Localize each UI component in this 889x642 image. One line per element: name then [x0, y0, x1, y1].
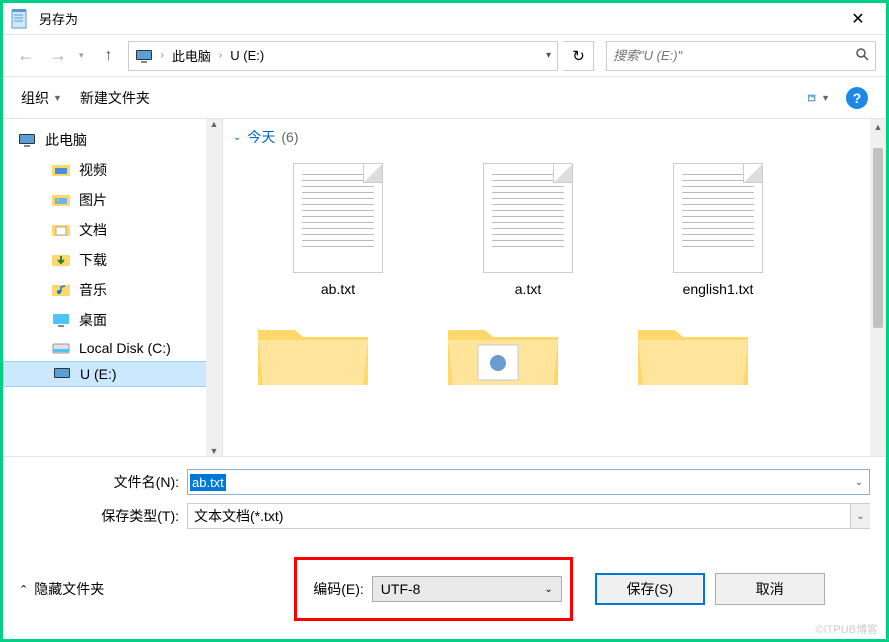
save-button[interactable]: 保存(S) — [595, 573, 705, 605]
downloads-icon — [51, 252, 71, 268]
chevron-up-icon: ⌃ — [19, 583, 28, 596]
music-icon — [51, 282, 71, 298]
encoding-highlight: 编码(E): UTF-8 ⌄ — [294, 557, 573, 621]
sidebar-scrollbar[interactable]: ▲▼ — [206, 119, 222, 456]
sidebar-label: U (E:) — [80, 366, 117, 382]
organize-button[interactable]: 组织 ▼ — [21, 88, 62, 108]
breadcrumb-drive[interactable]: U (E:) — [230, 48, 264, 63]
pictures-icon — [51, 192, 71, 208]
titlebar: 另存为 ✕ — [3, 3, 886, 35]
hide-folders-toggle[interactable]: ⌃ 隐藏文件夹 — [19, 579, 104, 599]
disk-icon — [51, 340, 71, 356]
sidebar-label: 图片 — [79, 190, 107, 210]
sidebar-label: Local Disk (C:) — [79, 340, 171, 356]
sidebar-label: 桌面 — [79, 310, 107, 330]
bottom-panel: 文件名(N): ab.txt ⌄ 保存类型(T): 文本文档(*.txt) ⌄ … — [3, 457, 886, 639]
sidebar-item-documents[interactable]: 文档 — [3, 215, 222, 245]
chevron-down-icon: ▼ — [53, 93, 62, 103]
desktop-icon — [51, 312, 71, 328]
sidebar-item-downloads[interactable]: 下载 — [3, 245, 222, 275]
sidebar-label: 此电脑 — [45, 130, 87, 150]
dialog-title: 另存为 — [39, 9, 78, 28]
breadcrumb-root[interactable]: 此电脑 — [172, 46, 211, 65]
forward-button[interactable]: → — [45, 43, 71, 69]
file-label: ab.txt — [321, 281, 355, 297]
close-button[interactable]: ✕ — [838, 9, 878, 29]
sidebar-this-pc[interactable]: 此电脑 — [3, 125, 222, 155]
folder-item[interactable] — [443, 315, 563, 395]
sidebar-item-desktop[interactable]: 桌面 — [3, 305, 222, 335]
notepad-icon — [11, 9, 31, 29]
save-as-dialog: 另存为 ✕ ← → ▾ ↑ › 此电脑 › U (E:) ▾ ↻ 组织 ▼ 新建… — [0, 0, 889, 642]
sidebar: 此电脑 视频 图片 文档 下载 音乐 桌面 Local Disk (C:) U … — [3, 119, 223, 456]
filename-input[interactable]: ab.txt ⌄ — [187, 469, 870, 495]
folder-item[interactable] — [253, 315, 373, 395]
refresh-button[interactable]: ↻ — [564, 41, 594, 71]
chevron-down-icon: ⌄ — [544, 584, 552, 595]
folder-item[interactable] — [633, 315, 753, 395]
file-item[interactable]: english1.txt — [633, 157, 803, 303]
pc-icon — [17, 132, 37, 148]
address-dropdown-icon[interactable]: ▾ — [546, 50, 551, 61]
sidebar-label: 文档 — [79, 220, 107, 240]
file-label: a.txt — [515, 281, 541, 297]
text-file-icon — [673, 163, 763, 273]
text-file-icon — [483, 163, 573, 273]
pc-icon — [135, 49, 153, 63]
documents-icon — [51, 222, 71, 238]
navigation-bar: ← → ▾ ↑ › 此电脑 › U (E:) ▾ ↻ — [3, 35, 886, 77]
search-input[interactable] — [613, 48, 855, 63]
sidebar-item-pictures[interactable]: 图片 — [3, 185, 222, 215]
toolbar: 组织 ▼ 新建文件夹 ▼ ? — [3, 77, 886, 119]
watermark: ©ITPUB博客 — [816, 621, 879, 637]
disk-icon — [52, 366, 72, 382]
help-button[interactable]: ? — [846, 87, 868, 109]
history-dropdown[interactable]: ▾ — [79, 50, 84, 61]
chevron-right-icon[interactable]: › — [157, 50, 168, 61]
encoding-label: 编码(E): — [313, 579, 364, 599]
sidebar-item-local-disk-c[interactable]: Local Disk (C:) — [3, 335, 222, 361]
new-folder-button[interactable]: 新建文件夹 — [80, 88, 150, 108]
sidebar-item-music[interactable]: 音乐 — [3, 275, 222, 305]
videos-icon — [51, 162, 71, 178]
sidebar-label: 下载 — [79, 250, 107, 270]
sidebar-item-videos[interactable]: 视频 — [3, 155, 222, 185]
encoding-select[interactable]: UTF-8 ⌄ — [372, 576, 562, 602]
cancel-button[interactable]: 取消 — [715, 573, 825, 605]
chevron-down-icon[interactable]: ⌄ — [849, 470, 869, 494]
sidebar-item-drive-e[interactable]: U (E:) — [3, 361, 222, 387]
text-file-icon — [293, 163, 383, 273]
chevron-right-icon[interactable]: › — [215, 50, 226, 61]
file-item[interactable]: ab.txt — [253, 157, 423, 303]
file-item[interactable]: a.txt — [443, 157, 613, 303]
address-bar[interactable]: › 此电脑 › U (E:) ▾ — [128, 41, 558, 71]
search-icon[interactable] — [855, 47, 869, 64]
filetype-combo[interactable]: 文本文档(*.txt) ⌄ — [187, 503, 870, 529]
filetype-label: 保存类型(T): — [19, 506, 179, 526]
back-button[interactable]: ← — [13, 43, 39, 69]
view-options-button[interactable]: ▼ — [808, 89, 830, 107]
group-header-today[interactable]: ⌄ 今天 (6) — [233, 127, 876, 147]
search-bar[interactable] — [606, 41, 876, 71]
file-list-pane: ⌄ 今天 (6) ab.txt a.txt english1.txt — [223, 119, 886, 456]
content-area: 此电脑 视频 图片 文档 下载 音乐 桌面 Local Disk (C:) U … — [3, 119, 886, 457]
chevron-down-icon[interactable]: ⌄ — [850, 504, 870, 528]
collapse-icon: ⌄ — [233, 132, 241, 143]
up-button[interactable]: ↑ — [96, 43, 122, 69]
sidebar-label: 音乐 — [79, 280, 107, 300]
sidebar-label: 视频 — [79, 160, 107, 180]
filename-label: 文件名(N): — [19, 472, 179, 492]
main-scrollbar[interactable]: ▲ — [870, 119, 886, 456]
file-label: english1.txt — [683, 281, 754, 297]
